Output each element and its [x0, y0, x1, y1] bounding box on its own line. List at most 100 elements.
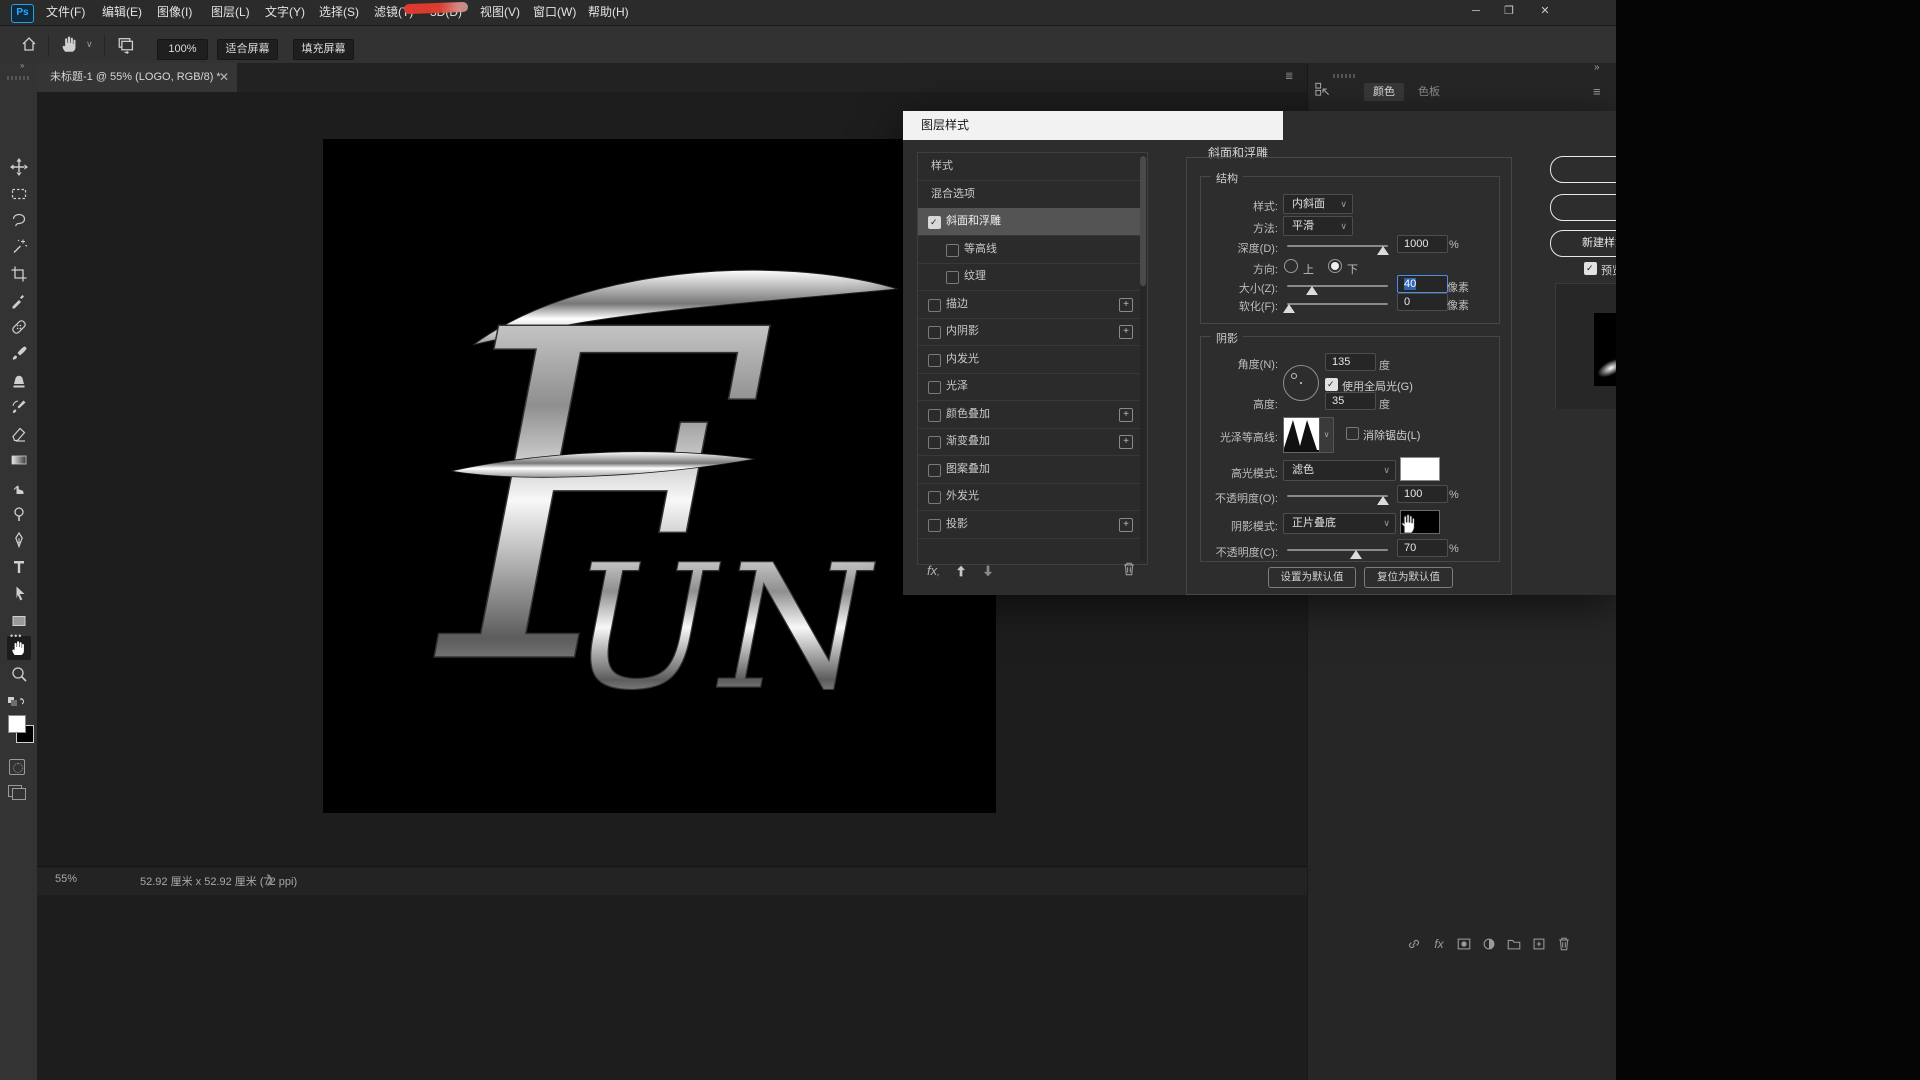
chevron-down-icon[interactable]: ∨ [86, 39, 93, 50]
swap-colors-icon[interactable] [6, 695, 24, 713]
style-checkbox[interactable] [928, 436, 941, 449]
lasso-tool-icon[interactable] [7, 208, 31, 232]
menu-6[interactable]: 选择(S) [313, 0, 365, 25]
magic-wand-tool-icon[interactable] [7, 235, 31, 259]
menu-2[interactable]: 编辑(E) [96, 0, 148, 25]
style-checkbox[interactable] [928, 299, 941, 312]
foreground-color-swatch[interactable] [8, 715, 26, 733]
add-effect-fx-icon[interactable]: fx, [927, 563, 940, 578]
fit-screen-button[interactable]: 适合屏幕 [217, 39, 278, 60]
direction-up-radio[interactable] [1284, 259, 1298, 273]
tab-color[interactable]: 颜色 [1364, 83, 1404, 101]
gloss-contour-thumbnail[interactable] [1283, 417, 1320, 453]
preview-checkbox[interactable] [1584, 262, 1597, 275]
history-brush-tool-icon[interactable] [7, 395, 31, 419]
menu-9[interactable]: 视图(V) [474, 0, 526, 25]
size-slider-thumb[interactable] [1306, 286, 1318, 295]
eraser-tool-icon[interactable] [7, 422, 31, 446]
collapse-panel-icon[interactable]: » [20, 61, 24, 70]
hand-tool-icon[interactable] [60, 34, 80, 54]
soften-slider-thumb[interactable] [1283, 304, 1295, 313]
panel-grip[interactable] [7, 76, 29, 80]
altitude-input[interactable]: 35 [1325, 392, 1376, 410]
depth-slider[interactable] [1287, 245, 1388, 247]
status-chevron-icon[interactable]: ❯ [265, 873, 274, 886]
path-select-tool-icon[interactable] [7, 582, 31, 606]
style-checkbox[interactable] [928, 519, 941, 532]
type-tool-icon[interactable] [7, 555, 31, 579]
move-effect-up-icon[interactable] [953, 563, 969, 579]
clone-stamp-tool-icon[interactable] [7, 368, 31, 392]
style-checkbox[interactable] [928, 326, 941, 339]
mask-icon[interactable] [1454, 935, 1474, 953]
collapse-dock-icon[interactable]: » [1594, 62, 1600, 73]
style-list-item-样式[interactable]: 样式 [918, 153, 1145, 181]
add-instance-plus-icon[interactable]: + [1119, 518, 1133, 532]
marquee-tool-icon[interactable] [7, 182, 31, 206]
style-list-item-内发光[interactable]: 内发光 [918, 346, 1145, 374]
style-list-item-渐变叠加[interactable]: 渐变叠加+ [918, 428, 1145, 456]
style-checkbox[interactable] [928, 409, 941, 422]
healing-brush-tool-icon[interactable] [7, 315, 31, 339]
dodge-tool-icon[interactable] [7, 502, 31, 526]
home-icon[interactable] [20, 35, 38, 53]
style-select[interactable]: 内斜面∨ [1283, 194, 1353, 214]
document-tab[interactable]: 未标题-1 @ 55% (LOGO, RGB/8) * ✕ [37, 63, 237, 92]
style-checkbox[interactable] [928, 381, 941, 394]
rectangle-tool-icon[interactable] [7, 609, 31, 633]
workspace-panel-icon[interactable] [1314, 81, 1331, 98]
shadow-opacity-input[interactable]: 70 [1397, 539, 1448, 557]
style-list-item-混合选项[interactable]: 混合选项 [918, 181, 1145, 209]
style-list-item-图案叠加[interactable]: 图案叠加 [918, 456, 1145, 484]
cancel-button[interactable] [1550, 194, 1616, 221]
ok-button[interactable] [1550, 156, 1616, 183]
depth-slider-thumb[interactable] [1377, 246, 1389, 255]
style-checkbox[interactable] [928, 464, 941, 477]
reset-default-button[interactable]: 复位为默认值 [1364, 567, 1453, 588]
style-list-item-投影[interactable]: 投影+ [918, 511, 1145, 539]
zoom-level-button[interactable]: 100% [157, 39, 208, 60]
screen-mode-icon[interactable] [8, 785, 22, 797]
style-list-item-等高线[interactable]: 等高线 [918, 236, 1145, 264]
zoom-percentage[interactable]: 55% [55, 873, 77, 885]
minimize-button[interactable]: ─ [1462, 0, 1490, 23]
highlight-opacity-input[interactable]: 100 [1397, 485, 1448, 503]
close-tab-icon[interactable]: ✕ [219, 63, 229, 92]
more-tools-icon[interactable]: ••• [10, 631, 22, 641]
move-tool-icon[interactable] [7, 155, 31, 179]
highlight-opacity-slider[interactable] [1287, 495, 1388, 497]
style-list-item-颜色叠加[interactable]: 颜色叠加+ [918, 401, 1145, 429]
style-list-item-内阴影[interactable]: 内阴影+ [918, 318, 1145, 346]
styles-list-scrollbar[interactable] [1140, 155, 1146, 561]
depth-input[interactable]: 1000 [1397, 235, 1448, 253]
add-instance-plus-icon[interactable]: + [1119, 435, 1133, 449]
gradient-tool-icon[interactable] [7, 448, 31, 472]
method-select[interactable]: 平滑∨ [1283, 216, 1353, 236]
fill-screen-button[interactable]: 填充屏幕 [293, 39, 354, 60]
quick-mask-icon[interactable] [9, 759, 25, 775]
scroll-all-windows-icon[interactable] [115, 35, 134, 54]
soften-slider[interactable] [1287, 303, 1388, 305]
maximize-button[interactable]: ❐ [1495, 0, 1523, 23]
soften-input[interactable]: 0 [1397, 293, 1448, 311]
antialias-checkbox[interactable] [1346, 427, 1359, 440]
style-list-item-纹理[interactable]: 纹理 [918, 263, 1145, 291]
menu-4[interactable]: 图层(L) [205, 0, 256, 25]
direction-down-radio[interactable] [1328, 259, 1342, 273]
add-instance-plus-icon[interactable]: + [1119, 408, 1133, 422]
style-checkbox[interactable] [946, 271, 959, 284]
crop-tool-icon[interactable] [7, 262, 31, 286]
style-list-item-光泽[interactable]: 光泽 [918, 373, 1145, 401]
zoom-tool-icon[interactable] [7, 662, 31, 686]
add-instance-plus-icon[interactable]: + [1119, 325, 1133, 339]
highlight-mode-select[interactable]: 滤色∨ [1283, 460, 1396, 481]
shadow-opacity-slider[interactable] [1287, 549, 1388, 551]
new-layer-icon[interactable] [1529, 935, 1549, 953]
dialog-title-bar[interactable]: 图层样式 [903, 111, 1283, 140]
panel-grip[interactable] [1333, 74, 1355, 78]
style-list-item-外发光[interactable]: 外发光 [918, 483, 1145, 511]
move-effect-down-icon[interactable] [980, 563, 996, 579]
brush-tool-icon[interactable] [7, 342, 31, 366]
close-button[interactable]: ✕ [1531, 0, 1559, 23]
folder-icon[interactable] [1504, 935, 1524, 953]
